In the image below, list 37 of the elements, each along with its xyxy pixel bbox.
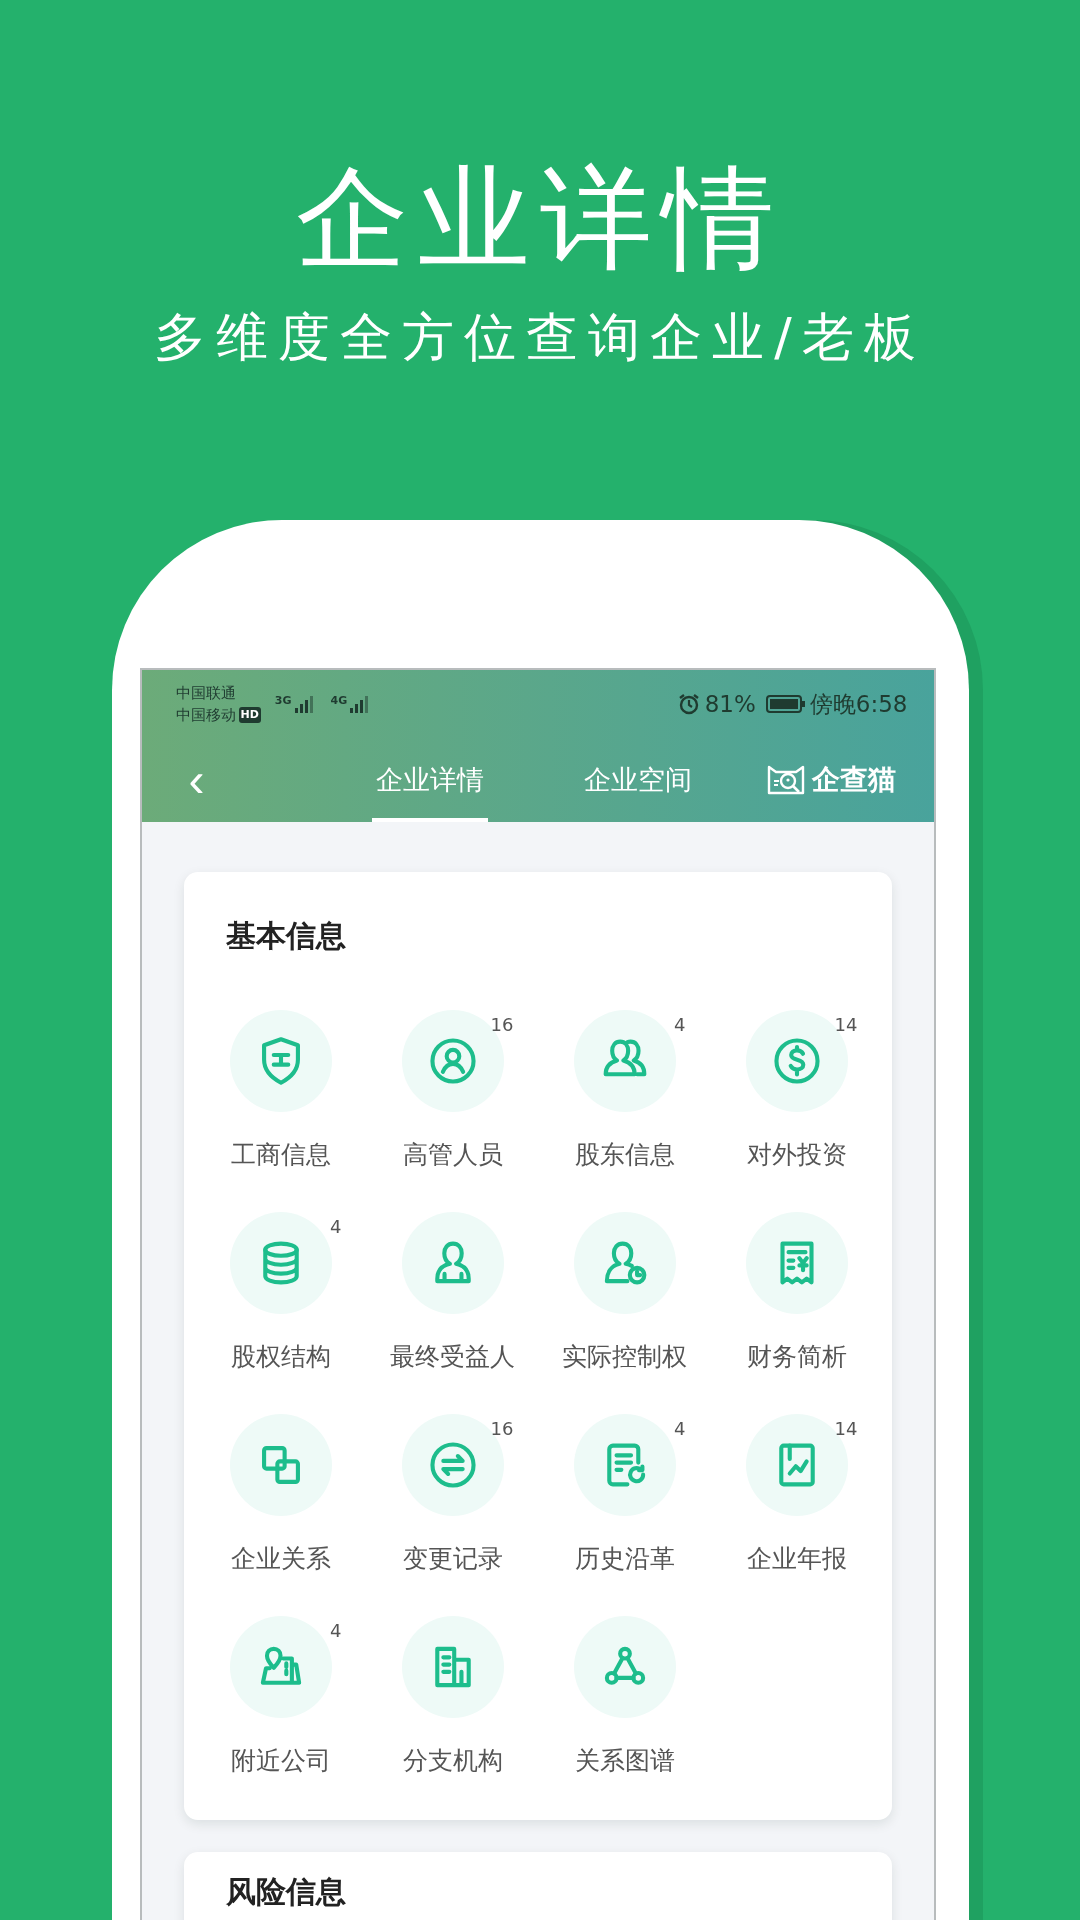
brand-name: 企查猫	[811, 762, 896, 798]
feature-label[interactable]: 企业年报	[746, 1542, 847, 1576]
feature-label[interactable]: 历史沿革	[574, 1542, 675, 1576]
feature-label[interactable]: 实际控制权	[562, 1340, 687, 1374]
feature-label[interactable]: 工商信息	[230, 1138, 331, 1172]
feature-label[interactable]: 股权结构	[230, 1340, 331, 1374]
battery-percent: 81%	[704, 691, 756, 717]
clock-time: 傍晚6:58	[809, 689, 908, 719]
carrier-name: 中国移动	[175, 705, 236, 725]
count-label: 4	[674, 1014, 686, 1035]
subheadline: 多维度全方位查询企业/老板	[154, 306, 926, 369]
count-label: 4	[674, 1418, 686, 1439]
section-title: 基本信息	[224, 917, 347, 955]
feature-label[interactable]: 关系图谱	[574, 1744, 675, 1778]
count-label: 16	[490, 1418, 514, 1439]
feature-label[interactable]: 变更记录	[402, 1542, 503, 1576]
headline: 企业详情	[296, 152, 784, 285]
count-label: 14	[834, 1014, 858, 1035]
feature-label[interactable]: 附近公司	[230, 1744, 331, 1778]
network-type: 3G	[274, 694, 292, 707]
hd-badge: HD	[238, 707, 261, 723]
feature-label[interactable]: 对外投资	[746, 1138, 847, 1172]
count-label: 4	[330, 1216, 342, 1237]
cat-magnifier-icon	[765, 763, 806, 797]
network-type: 4G	[330, 694, 348, 707]
feature-label[interactable]: 股东信息	[574, 1138, 675, 1172]
section-title: 风险信息	[224, 1873, 347, 1911]
feature-label[interactable]: 分支机构	[402, 1744, 503, 1778]
carrier-name: 中国联通	[175, 683, 236, 703]
count-label: 14	[834, 1418, 858, 1439]
battery-icon	[765, 694, 806, 714]
feature-label[interactable]: 最终受益人	[390, 1340, 515, 1374]
feature-label[interactable]: 财务简析	[746, 1340, 847, 1374]
feature-label[interactable]: 高管人员	[402, 1138, 503, 1172]
count-label: 16	[490, 1014, 514, 1035]
count-label: 4	[330, 1620, 342, 1641]
feature-label[interactable]: 企业关系	[230, 1542, 331, 1576]
